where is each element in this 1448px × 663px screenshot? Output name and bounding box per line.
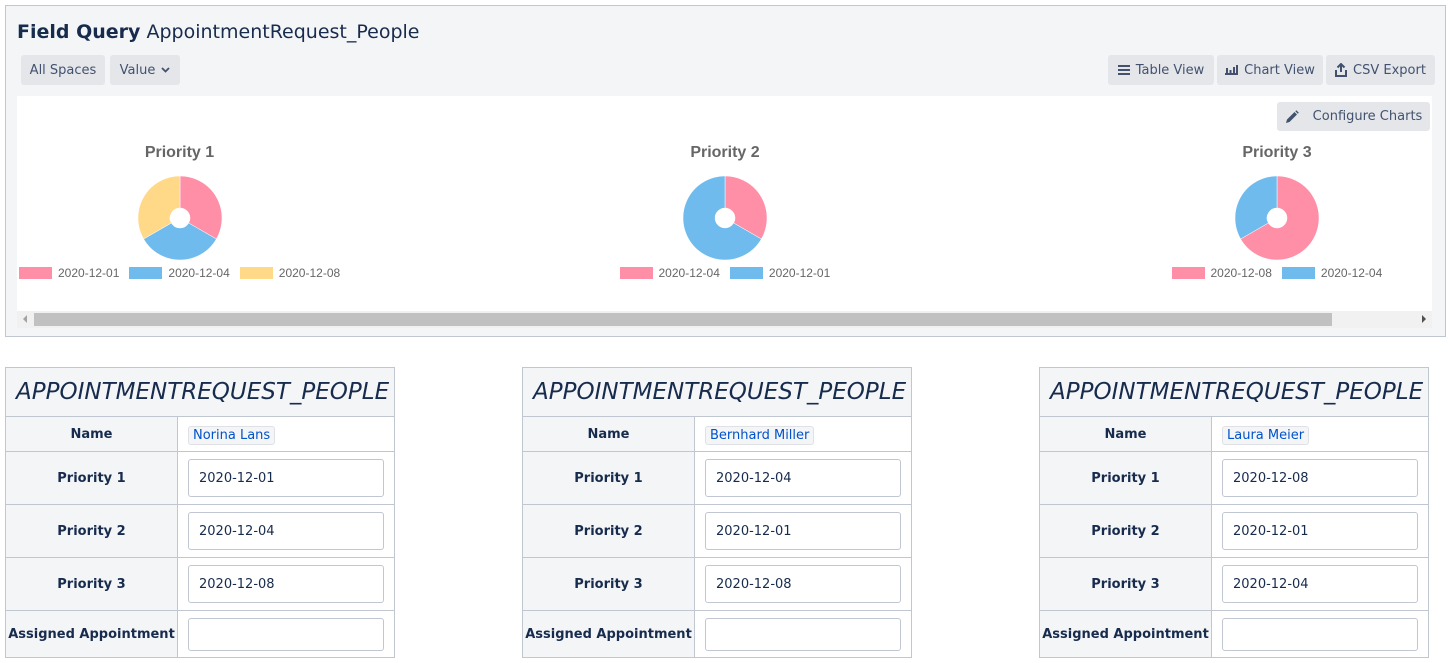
person-name-link[interactable]: Bernhard Miller bbox=[705, 425, 815, 445]
field-label: Assigned Appointment bbox=[522, 610, 695, 658]
legend-item[interactable]: 2020-12-04 bbox=[1281, 266, 1383, 280]
priority-1-input[interactable]: 2020-12-08 bbox=[1222, 459, 1418, 497]
record-caption: APPOINTMENTREQUEST_PEOPLE bbox=[1039, 367, 1429, 417]
table-view-label: Table View bbox=[1135, 62, 1205, 78]
scroll-right-arrow-icon[interactable] bbox=[1422, 315, 1426, 323]
legend-label: 2020-12-01 bbox=[768, 266, 831, 280]
pie-chart bbox=[682, 175, 768, 261]
record-caption: APPOINTMENTREQUEST_PEOPLE bbox=[5, 367, 395, 417]
assigned-appointment-input[interactable] bbox=[705, 617, 901, 651]
priority-3-input[interactable]: 2020-12-08 bbox=[188, 565, 384, 603]
legend-label: 2020-12-08 bbox=[278, 266, 341, 280]
record-table: APPOINTMENTREQUEST_PEOPLE Name Norina La… bbox=[5, 367, 395, 658]
field-label: Priority 3 bbox=[1039, 557, 1212, 611]
field-label: Priority 1 bbox=[522, 451, 695, 505]
field-label: Priority 3 bbox=[5, 557, 178, 611]
field-label: Priority 3 bbox=[522, 557, 695, 611]
bar-chart-icon bbox=[1225, 65, 1239, 75]
record-table: APPOINTMENTREQUEST_PEOPLE Name Bernhard … bbox=[522, 367, 912, 658]
chart-priority-2: Priority 2 2020-12-04 2020-12-01 bbox=[610, 96, 840, 311]
assigned-appointment-input[interactable] bbox=[1222, 617, 1418, 651]
chart-title: Priority 1 bbox=[144, 144, 215, 161]
assigned-appointment-input[interactable] bbox=[188, 617, 384, 651]
chart-legend: 2020-12-04 2020-12-01 bbox=[619, 266, 831, 280]
field-label: Priority 2 bbox=[522, 504, 695, 558]
field-label: Assigned Appointment bbox=[5, 610, 178, 658]
chart-title: Priority 3 bbox=[1242, 144, 1312, 161]
legend-label: 2020-12-01 bbox=[58, 266, 120, 280]
priority-3-input[interactable]: 2020-12-04 bbox=[1222, 565, 1418, 603]
chart-title: Priority 2 bbox=[690, 144, 760, 161]
field-label: Priority 2 bbox=[5, 504, 178, 558]
legend-swatch bbox=[19, 267, 52, 279]
priority-1-input[interactable]: 2020-12-01 bbox=[188, 459, 384, 497]
record-table: APPOINTMENTREQUEST_PEOPLE Name Laura Mei… bbox=[1039, 367, 1429, 658]
legend-label: 2020-12-04 bbox=[1320, 266, 1383, 280]
pie-chart bbox=[137, 175, 222, 261]
value-dropdown[interactable]: Value bbox=[110, 55, 180, 85]
table-view-button[interactable]: Table View bbox=[1108, 55, 1214, 85]
field-label: Name bbox=[5, 416, 178, 452]
all-spaces-label: All Spaces bbox=[29, 62, 97, 78]
priority-1-input[interactable]: 2020-12-04 bbox=[705, 459, 901, 497]
chart-view-button[interactable]: Chart View bbox=[1217, 55, 1323, 85]
person-name-link[interactable]: Laura Meier bbox=[1222, 425, 1310, 445]
legend-swatch bbox=[129, 267, 163, 279]
legend-swatch bbox=[619, 267, 653, 279]
legend-label: 2020-12-04 bbox=[168, 266, 230, 280]
legend-item[interactable]: 2020-12-01 bbox=[19, 266, 119, 280]
export-icon bbox=[1335, 63, 1348, 77]
title-bold: Field Query bbox=[17, 21, 141, 43]
scroll-left-arrow-icon[interactable] bbox=[23, 315, 27, 323]
legend-swatch bbox=[239, 267, 273, 279]
field-label: Name bbox=[1039, 416, 1212, 452]
legend-label: 2020-12-08 bbox=[1210, 266, 1272, 280]
title-field-name: AppointmentRequest_People bbox=[146, 21, 420, 43]
legend-label: 2020-12-04 bbox=[658, 266, 720, 280]
chart-view-label: Chart View bbox=[1244, 62, 1315, 78]
legend-swatch bbox=[729, 267, 763, 279]
all-spaces-button[interactable]: All Spaces bbox=[21, 55, 105, 85]
chart-legend: 2020-12-08 2020-12-04 bbox=[1171, 266, 1383, 280]
field-label: Priority 1 bbox=[1039, 451, 1212, 505]
person-name-link[interactable]: Norina Lans bbox=[188, 425, 276, 445]
legend-item[interactable]: 2020-12-01 bbox=[729, 266, 831, 280]
csv-export-label: CSV Export bbox=[1353, 62, 1426, 78]
priority-2-input[interactable]: 2020-12-01 bbox=[1222, 512, 1418, 550]
horizontal-scrollbar[interactable] bbox=[17, 311, 1432, 328]
priority-2-input[interactable]: 2020-12-01 bbox=[705, 512, 901, 550]
legend-item[interactable]: 2020-12-04 bbox=[129, 266, 230, 280]
legend-swatch bbox=[1171, 267, 1205, 279]
chevron-down-icon bbox=[161, 67, 170, 73]
field-label: Priority 2 bbox=[1039, 504, 1212, 558]
page-title: Field Query AppointmentRequest_People bbox=[17, 21, 420, 43]
record-caption: APPOINTMENTREQUEST_PEOPLE bbox=[522, 367, 912, 417]
csv-export-button[interactable]: CSV Export bbox=[1326, 55, 1435, 85]
legend-item[interactable]: 2020-12-08 bbox=[239, 266, 341, 280]
legend-item[interactable]: 2020-12-04 bbox=[619, 266, 720, 280]
chart-priority-3: Priority 3 2020-12-08 2020-12-04 bbox=[1157, 96, 1397, 311]
priority-3-input[interactable]: 2020-12-08 bbox=[705, 565, 901, 603]
legend-swatch bbox=[1281, 267, 1315, 279]
chart-priority-1: Priority 1 2020-12-01 2020-12-04 2020-12-08 bbox=[17, 96, 342, 311]
field-query-panel: Field Query AppointmentRequest_People Al… bbox=[5, 5, 1446, 337]
pie-chart bbox=[1234, 175, 1320, 261]
chart-legend: 2020-12-01 2020-12-04 2020-12-08 bbox=[19, 266, 340, 280]
legend-item[interactable]: 2020-12-08 bbox=[1171, 266, 1272, 280]
priority-2-input[interactable]: 2020-12-04 bbox=[188, 512, 384, 550]
field-label: Name bbox=[522, 416, 695, 452]
field-label: Priority 1 bbox=[5, 451, 178, 505]
chart-area: Configure Charts Priority 1 2020-12-01 202… bbox=[17, 96, 1432, 328]
value-label: Value bbox=[119, 62, 156, 78]
scroll-thumb[interactable] bbox=[34, 313, 1332, 326]
field-label: Assigned Appointment bbox=[1039, 610, 1212, 658]
list-icon bbox=[1117, 65, 1130, 75]
